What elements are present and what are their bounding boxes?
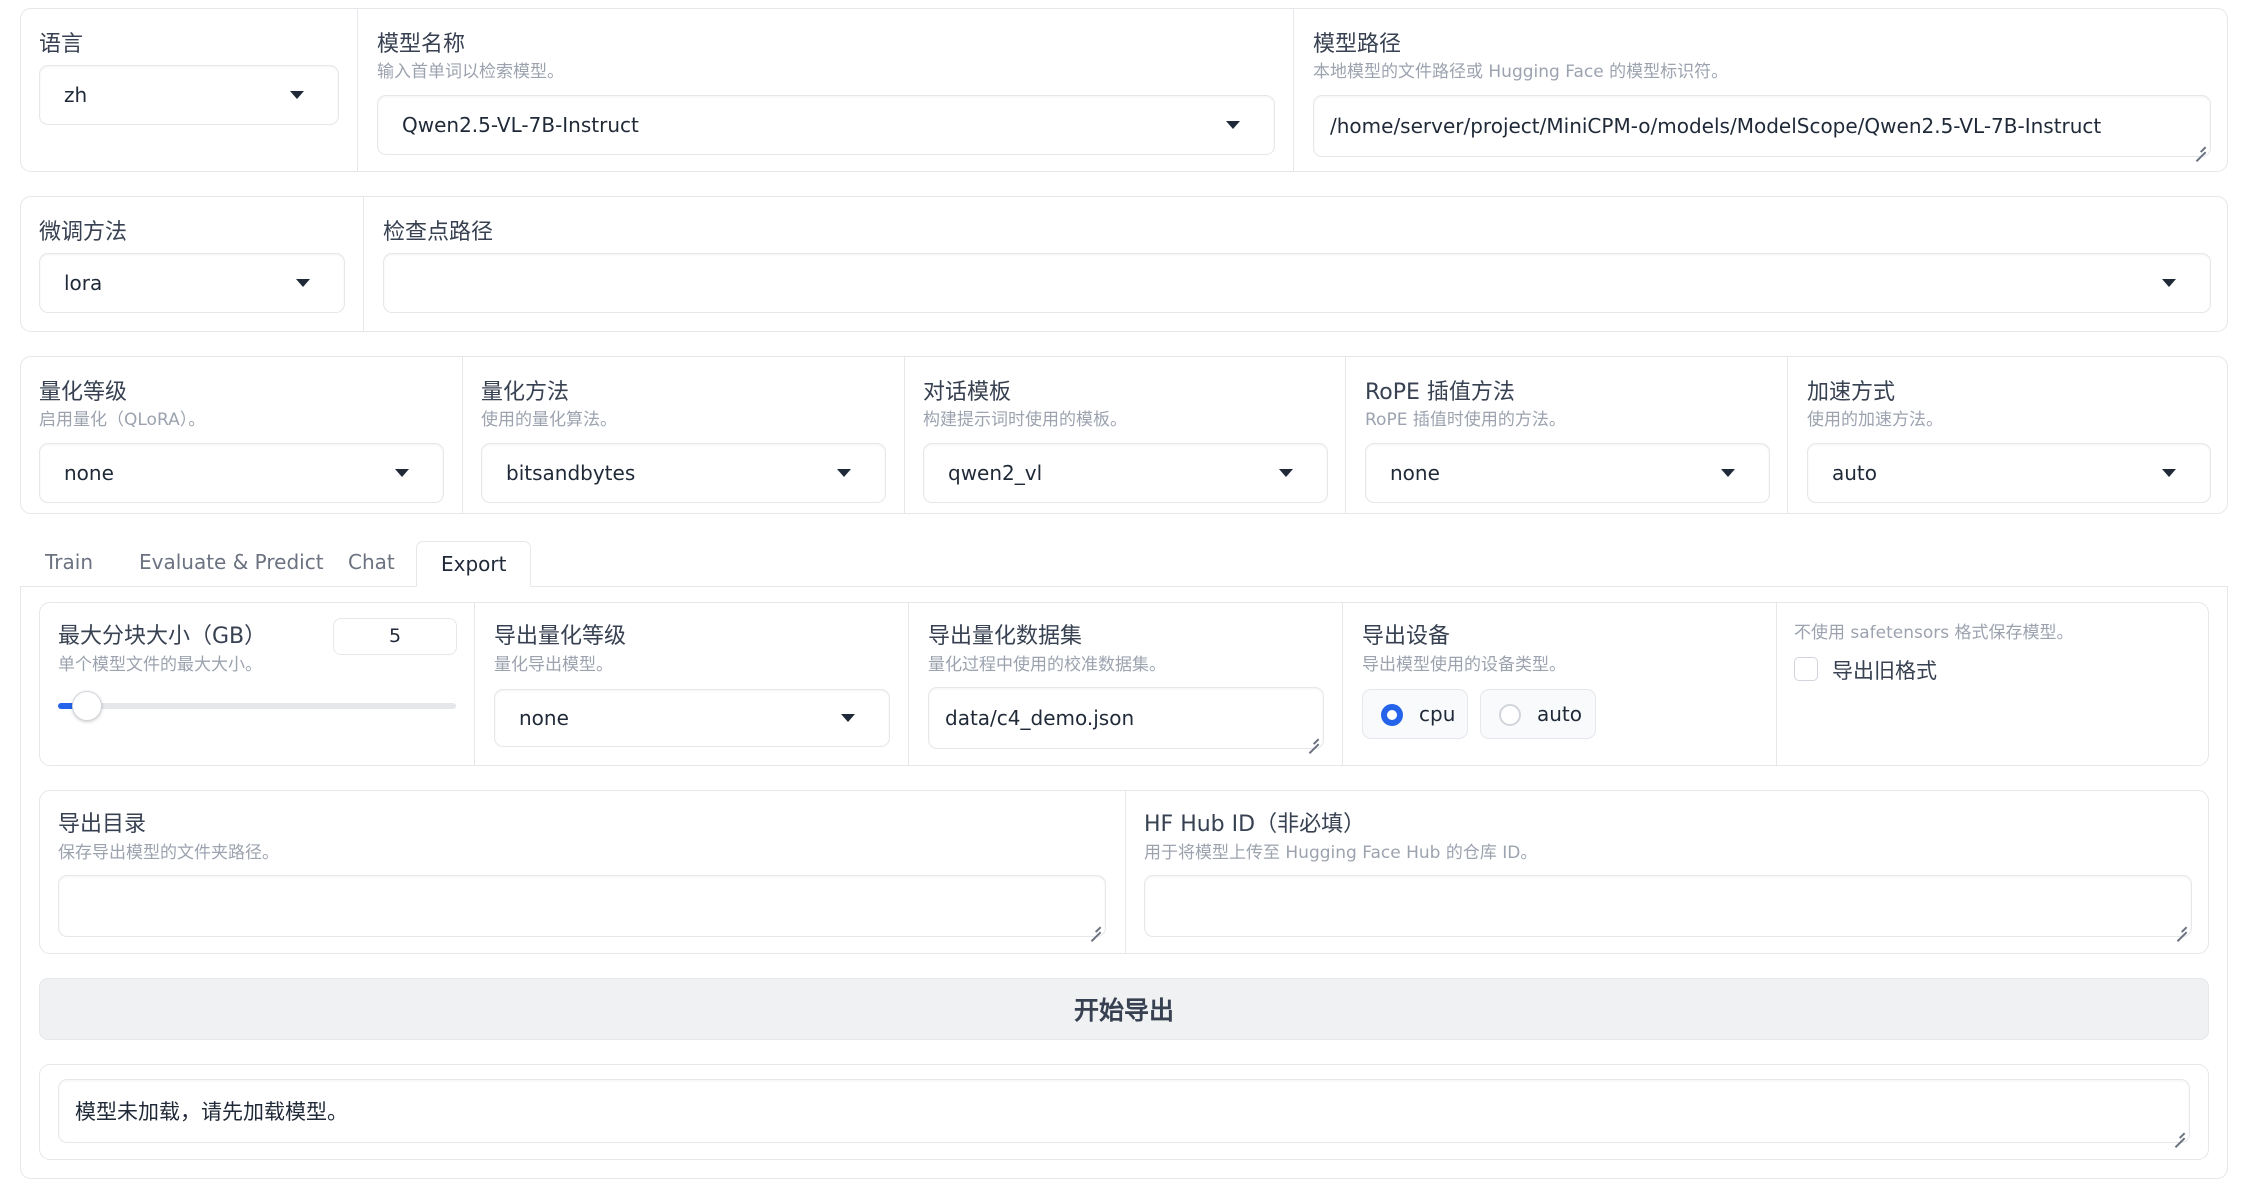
quantization-bit-info: 启用量化（QLoRA）。 xyxy=(39,410,206,430)
model-path-input[interactable]: /home/server/project/MiniCPM-o/models/Mo… xyxy=(1313,95,2211,157)
language-label: 语言 xyxy=(39,32,84,57)
booster-value: auto xyxy=(1832,461,1878,485)
advanced-settings-row: 量化等级 启用量化（QLoRA）。 none 量化方法 使用的量化算法。 bit… xyxy=(20,356,2228,514)
finetune-row: 微调方法 lora 检查点路径 xyxy=(20,196,2228,332)
export-legacy-format-label[interactable]: 导出旧格式 xyxy=(1832,655,1937,685)
booster-info: 使用的加速方法。 xyxy=(1807,410,1943,430)
max-shard-info: 单个模型文件的最大大小。 xyxy=(58,655,262,675)
chevron-down-icon xyxy=(2162,279,2176,287)
finetune-method-label: 微调方法 xyxy=(39,220,128,245)
quantization-method-value: bitsandbytes xyxy=(506,461,636,485)
export-device-option-cpu[interactable]: cpu xyxy=(1362,689,1468,739)
model-settings-row: 语言 zh 模型名称 输入首单词以检索模型。 Qwen2.5-VL-7B-Ins… xyxy=(20,8,2228,172)
model-path-label: 模型路径 xyxy=(1313,32,1402,57)
hf-hub-id-input[interactable] xyxy=(1144,875,2192,937)
export-device-info: 导出模型使用的设备类型。 xyxy=(1362,655,1566,675)
export-device-option-auto[interactable]: auto xyxy=(1480,689,1596,739)
export-output-panel: 模型未加载，请先加载模型。 xyxy=(39,1064,2209,1160)
quantization-method-info: 使用的量化算法。 xyxy=(481,410,617,430)
max-shard-slider-thumb[interactable] xyxy=(71,691,102,721)
model-name-info: 输入首单词以检索模型。 xyxy=(377,62,564,82)
quantization-method-label: 量化方法 xyxy=(481,380,570,405)
resize-handle-icon[interactable] xyxy=(1307,732,1319,744)
export-quantization-dataset-info: 量化过程中使用的校准数据集。 xyxy=(928,655,1166,675)
rope-scaling-dropdown[interactable]: none xyxy=(1365,443,1770,503)
export-device-label: 导出设备 xyxy=(1362,624,1451,649)
max-shard-label: 最大分块大小（GB） xyxy=(58,624,267,649)
export-output-textbox[interactable]: 模型未加载，请先加载模型。 xyxy=(58,1079,2190,1143)
export-quantization-dataset-input[interactable]: data/c4_demo.json xyxy=(928,687,1324,749)
export-device-option-auto-label: auto xyxy=(1537,702,1583,726)
resize-handle-icon[interactable] xyxy=(1089,920,1101,932)
language-dropdown[interactable]: zh xyxy=(39,65,339,125)
tab-evaluate-predict[interactable]: Evaluate & Predict xyxy=(139,550,324,574)
model-path-value: /home/server/project/MiniCPM-o/models/Mo… xyxy=(1330,114,2102,138)
quantization-bit-label: 量化等级 xyxy=(39,380,128,405)
radio-unselected-icon xyxy=(1499,704,1521,726)
resize-handle-icon[interactable] xyxy=(2173,1126,2185,1138)
model-path-info: 本地模型的文件路径或 Hugging Face 的模型标识符。 xyxy=(1313,62,1729,82)
export-quantization-bit-dropdown[interactable]: none xyxy=(494,689,890,747)
tab-export[interactable]: Export xyxy=(416,541,532,587)
export-quantization-bit-info: 量化导出模型。 xyxy=(494,655,613,675)
quantization-bit-dropdown[interactable]: none xyxy=(39,443,444,503)
max-shard-number-input[interactable]: 5 xyxy=(333,618,457,655)
hf-hub-id-label: HF Hub ID（非必填） xyxy=(1144,812,1366,837)
checkpoint-label: 检查点路径 xyxy=(383,220,494,245)
model-name-value: Qwen2.5-VL-7B-Instruct xyxy=(402,113,639,137)
model-name-label: 模型名称 xyxy=(377,32,466,57)
chevron-down-icon xyxy=(1721,469,1735,477)
start-export-button[interactable]: 开始导出 xyxy=(39,978,2209,1040)
template-dropdown[interactable]: qwen2_vl xyxy=(923,443,1328,503)
checkpoint-dropdown[interactable] xyxy=(383,253,2211,313)
chevron-down-icon xyxy=(395,469,409,477)
max-shard-slider-track[interactable] xyxy=(58,703,456,709)
template-label: 对话模板 xyxy=(923,380,1012,405)
language-value: zh xyxy=(64,83,88,107)
resize-handle-icon[interactable] xyxy=(2194,140,2206,152)
export-device-option-cpu-label: cpu xyxy=(1419,702,1456,726)
export-quantization-dataset-label: 导出量化数据集 xyxy=(928,624,1083,649)
hf-hub-id-info: 用于将模型上传至 Hugging Face Hub 的仓库 ID。 xyxy=(1144,843,1538,863)
chevron-down-icon xyxy=(1279,469,1293,477)
finetune-method-value: lora xyxy=(64,271,103,295)
export-dir-info: 保存导出模型的文件夹路径。 xyxy=(58,843,279,863)
radio-selected-icon xyxy=(1381,704,1403,726)
export-legacy-format-info: 不使用 safetensors 格式保存模型。 xyxy=(1794,623,2074,643)
rope-scaling-label: RoPE 插值方法 xyxy=(1365,380,1515,405)
llama-board-export-page: 语言 zh 模型名称 输入首单词以检索模型。 Qwen2.5-VL-7B-Ins… xyxy=(0,0,2246,1203)
booster-dropdown[interactable]: auto xyxy=(1807,443,2211,503)
template-value: qwen2_vl xyxy=(948,461,1043,485)
export-destination-row: 导出目录 保存导出模型的文件夹路径。 HF Hub ID（非必填） 用于将模型上… xyxy=(39,790,2209,954)
quantization-bit-value: none xyxy=(64,461,114,485)
export-quantization-bit-label: 导出量化等级 xyxy=(494,624,627,649)
export-legacy-format-checkbox[interactable] xyxy=(1794,657,1818,681)
rope-scaling-info: RoPE 插值时使用的方法。 xyxy=(1365,410,1566,430)
rope-scaling-value: none xyxy=(1390,461,1440,485)
export-dir-label: 导出目录 xyxy=(58,812,147,837)
chevron-down-icon xyxy=(837,469,851,477)
export-dir-input[interactable] xyxy=(58,875,1106,937)
chevron-down-icon xyxy=(2162,469,2176,477)
export-output-text: 模型未加载，请先加载模型。 xyxy=(75,1100,348,1124)
quantization-method-dropdown[interactable]: bitsandbytes xyxy=(481,443,886,503)
tab-train[interactable]: Train xyxy=(45,550,93,574)
export-quantization-bit-value: none xyxy=(519,706,569,730)
booster-label: 加速方式 xyxy=(1807,380,1896,405)
export-options-row: 最大分块大小（GB） 单个模型文件的最大大小。 5 导出量化等级 量化导出模型。… xyxy=(39,602,2209,766)
resize-handle-icon[interactable] xyxy=(2175,920,2187,932)
chevron-down-icon xyxy=(1226,121,1240,129)
finetune-method-dropdown[interactable]: lora xyxy=(39,253,345,313)
chevron-down-icon xyxy=(841,714,855,722)
chevron-down-icon xyxy=(296,279,310,287)
tab-chat[interactable]: Chat xyxy=(348,550,395,574)
export-quantization-dataset-value: data/c4_demo.json xyxy=(945,706,1135,730)
model-name-dropdown[interactable]: Qwen2.5-VL-7B-Instruct xyxy=(377,95,1275,155)
chevron-down-icon xyxy=(290,91,304,99)
template-info: 构建提示词时使用的模板。 xyxy=(923,410,1127,430)
